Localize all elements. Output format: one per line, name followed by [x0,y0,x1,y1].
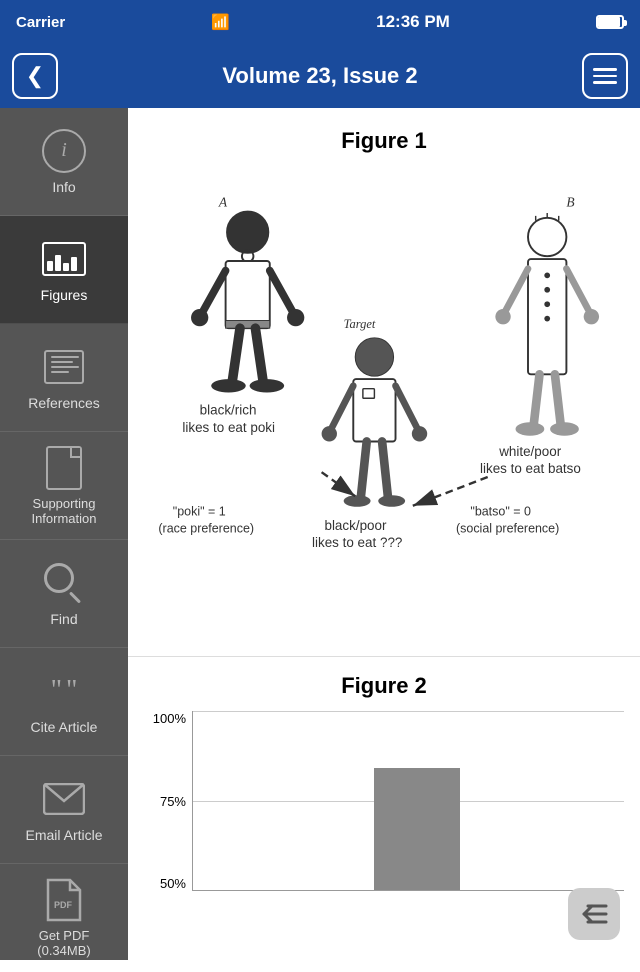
sidebar-label-supporting: Supporting Information [31,496,96,526]
wifi-icon: 📶 [211,13,230,31]
sidebar-label-references: References [28,395,100,411]
figures-icon [42,242,86,276]
sidebar-label-info: Info [52,179,75,195]
back-button[interactable]: ❮ [12,53,58,99]
references-icon [44,350,84,384]
content-area[interactable]: Figure 1 A [128,108,640,960]
chart-y-axis: 100% 75% 50% [144,711,192,891]
sidebar-label-cite: Cite Article [31,719,98,735]
supporting-icon-wrap [42,446,86,490]
sidebar-item-figures[interactable]: Figures [0,216,128,324]
svg-text:white/poor: white/poor [498,444,562,459]
figure1-title: Figure 1 [144,128,624,154]
sidebar-item-cite[interactable]: " " Cite Article [0,648,128,756]
sidebar-label-figures: Figures [41,287,88,303]
figure2-title: Figure 2 [144,673,624,699]
sidebar-item-pdf[interactable]: PDF Get PDF (0.34MB) [0,864,128,972]
sidebar-item-supporting[interactable]: Supporting Information [0,432,128,540]
sidebar: i Info Figures [0,108,128,960]
cite-icon: " " [51,677,78,705]
figure1-svg: A [144,170,624,640]
battery-icon [596,15,624,29]
info-icon: i [42,129,86,173]
supporting-icon [46,446,82,490]
y-label-100: 100% [153,711,186,726]
svg-text:"batso" = 0: "batso" = 0 [470,504,531,518]
sidebar-item-info[interactable]: i Info [0,108,128,216]
svg-text:"poki" = 1: "poki" = 1 [173,504,226,518]
svg-text:PDF: PDF [54,900,73,910]
status-icons: 📶 [211,13,230,31]
svg-text:(race preference): (race preference) [158,522,254,536]
figures-icon-wrap [42,237,86,281]
sidebar-item-find[interactable]: Find [0,540,128,648]
figure1-illustration: A [144,170,624,640]
svg-text:(social preference): (social preference) [456,522,559,536]
sidebar-item-email[interactable]: Email Article [0,756,128,864]
references-icon-wrap [42,345,86,389]
find-icon-wrap [42,561,86,605]
back-overlay-icon [578,902,610,926]
svg-text:likes to eat poki: likes to eat poki [182,420,275,435]
cite-icon-wrap: " " [42,669,86,713]
svg-text:A: A [218,194,228,209]
email-icon-wrap [42,777,86,821]
svg-text:B: B [566,194,574,209]
chart-bar-1 [374,768,460,890]
status-bar: Carrier 📶 12:36 PM [0,0,640,44]
pdf-icon-wrap: PDF [42,878,86,922]
time-label: 12:36 PM [376,12,450,32]
find-icon [44,563,84,603]
menu-button[interactable] [582,53,628,99]
svg-text:black/rich: black/rich [200,403,257,418]
sidebar-item-references[interactable]: References [0,324,128,432]
sidebar-label-pdf: Get PDF (0.34MB) [37,928,90,958]
info-icon-wrap: i [42,129,86,173]
y-label-75: 75% [160,794,186,809]
hamburger-line-1 [593,68,617,71]
svg-text:likes to eat ???: likes to eat ??? [312,535,402,550]
nav-bar: ❮ Volume 23, Issue 2 [0,44,640,108]
hamburger-line-3 [593,81,617,84]
pdf-icon: PDF [46,878,82,922]
email-icon [43,783,85,815]
sidebar-label-email: Email Article [25,827,102,843]
back-overlay-button[interactable] [568,888,620,940]
figure1-section: Figure 1 A [128,108,640,657]
y-label-50: 50% [160,876,186,891]
carrier-label: Carrier [16,14,65,31]
svg-text:likes to eat batso: likes to eat batso [480,461,581,476]
svg-text:black/poor: black/poor [324,518,387,533]
nav-title: Volume 23, Issue 2 [222,63,417,89]
chart-bars-container [192,711,624,891]
figure2-section: Figure 2 100% 75% 50% [128,657,640,927]
hamburger-line-2 [593,75,617,78]
grid-line-100 [193,711,624,712]
main-layout: i Info Figures [0,108,640,960]
svg-text:Target: Target [344,317,376,331]
sidebar-label-find: Find [50,611,77,627]
